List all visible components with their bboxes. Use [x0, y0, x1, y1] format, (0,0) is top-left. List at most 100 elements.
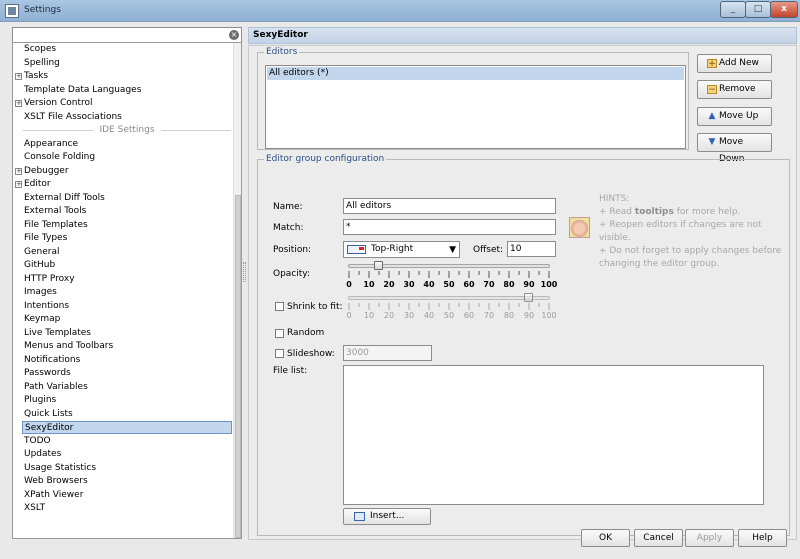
remove-button[interactable]: − Remove — [697, 80, 772, 99]
window-titlebar: Settings _ □ x — [0, 0, 800, 22]
hint-line-1: + Read tooltips for more help. — [599, 207, 741, 217]
tree-item-http-proxy[interactable]: HTTP Proxy — [13, 273, 235, 286]
move-down-button[interactable]: ▼ Move Down — [697, 133, 772, 164]
random-checkbox[interactable] — [275, 329, 284, 338]
tick-label: 30 — [403, 280, 415, 289]
editors-list-item[interactable]: All editors (*) — [267, 67, 684, 80]
expand-icon[interactable]: + — [15, 73, 22, 80]
tree-item-debugger[interactable]: + Debugger — [13, 165, 235, 178]
tree-item-usage-statistics[interactable]: Usage Statistics — [13, 462, 235, 475]
config-group-title: Editor group configuration — [264, 154, 387, 164]
tick-label: 60 — [463, 280, 475, 289]
tick-label: 20 — [383, 311, 395, 320]
sexyeditor-panel: Editors All editors (*) + Add New − Remo… — [248, 45, 797, 540]
maximize-button[interactable]: □ — [745, 1, 771, 18]
tree-item-sexyeditor[interactable]: SexyEditor — [22, 421, 232, 434]
tree-item-appearance[interactable]: Appearance — [13, 138, 235, 151]
tree-scrollbar-thumb[interactable] — [235, 195, 241, 538]
tree-item-template-data-languages[interactable]: Template Data Languages — [13, 84, 235, 97]
tree-item-keymap[interactable]: Keymap — [13, 313, 235, 326]
tree-item-github[interactable]: GitHub — [13, 259, 235, 272]
slideshow-interval-field[interactable]: 3000 — [343, 345, 432, 361]
ok-button[interactable]: OK — [581, 529, 630, 547]
tree-item-xslt-file-associations[interactable]: XSLT File Associations — [13, 111, 235, 124]
tree-item-console-folding[interactable]: Console Folding — [13, 151, 235, 164]
tree-item-general[interactable]: General — [13, 246, 235, 259]
tree-item-intentions[interactable]: Intentions — [13, 300, 235, 313]
position-icon — [347, 245, 366, 254]
panel-splitter[interactable] — [243, 262, 246, 282]
tree-item-scopes[interactable]: Scopes — [13, 43, 235, 56]
tree-item-file-types[interactable]: File Types — [13, 232, 235, 245]
name-field[interactable]: All editors — [343, 198, 556, 214]
tree-item-quick-lists[interactable]: Quick Lists — [13, 408, 235, 421]
tree-item-xpath-viewer[interactable]: XPath Viewer — [13, 489, 235, 502]
file-list-area[interactable] — [343, 365, 764, 505]
shrink-tick-labels: 0 10 20 30 40 50 60 70 80 90 100 — [346, 311, 556, 323]
shrink-to-fit-label: Shrink to fit: — [287, 302, 343, 312]
insert-button[interactable]: Insert... — [343, 508, 431, 525]
expand-icon[interactable]: + — [15, 100, 22, 107]
close-button[interactable]: x — [770, 1, 798, 18]
offset-field[interactable]: 10 — [507, 241, 556, 257]
tick-label: 40 — [423, 311, 435, 320]
expand-icon[interactable]: + — [15, 181, 22, 188]
tick-label: 20 — [383, 280, 395, 289]
shrink-slider-track[interactable] — [348, 296, 550, 300]
tick-label: 70 — [483, 311, 495, 320]
tree-item-xslt[interactable]: XSLT — [13, 502, 235, 515]
settings-search-input[interactable]: × — [12, 27, 242, 43]
tree-item-live-templates[interactable]: Live Templates — [13, 327, 235, 340]
tree-item-external-diff-tools[interactable]: External Diff Tools — [13, 192, 235, 205]
tree-item-tasks[interactable]: + Tasks — [13, 70, 235, 83]
tree-item-external-tools[interactable]: External Tools — [13, 205, 235, 218]
tree-item-web-browsers[interactable]: Web Browsers — [13, 475, 235, 488]
opacity-slider-thumb[interactable] — [374, 261, 383, 270]
tick-label: 80 — [503, 280, 515, 289]
tree-item-path-variables[interactable]: Path Variables — [13, 381, 235, 394]
tick-label: 10 — [363, 311, 375, 320]
match-field[interactable]: * — [343, 219, 556, 235]
tree-item-todo[interactable]: TODO — [13, 435, 235, 448]
slideshow-label: Slideshow: — [287, 349, 335, 359]
editors-list[interactable]: All editors (*) — [265, 65, 686, 149]
opacity-label: Opacity: — [273, 269, 310, 279]
tick-label: 70 — [483, 280, 495, 289]
arrow-down-icon: ▼ — [708, 137, 716, 147]
shrink-to-fit-checkbox[interactable] — [275, 302, 284, 311]
settings-dialog: × XSLT XPath Viewer Web Browsers Usage Stat… — [0, 22, 800, 559]
shrink-slider-thumb[interactable] — [524, 293, 533, 302]
tree-item-menus-and-toolbars[interactable]: Menus and Toolbars — [13, 340, 235, 353]
tree-item-updates[interactable]: Updates — [13, 448, 235, 461]
minimize-button[interactable]: _ — [720, 1, 746, 18]
tree-item-images[interactable]: Images — [13, 286, 235, 299]
help-button[interactable]: Help — [738, 529, 787, 547]
clear-search-icon[interactable]: × — [229, 30, 239, 40]
slideshow-checkbox[interactable] — [275, 349, 284, 358]
arrow-up-icon: ▲ — [708, 111, 716, 121]
tree-item-editor[interactable]: + Editor — [13, 178, 235, 191]
position-label: Position: — [273, 245, 312, 255]
ide-settings-section-label: IDE Settings — [23, 124, 231, 137]
add-new-button[interactable]: + Add New — [697, 54, 772, 73]
tree-scrollbar[interactable] — [233, 43, 241, 538]
tree-item-plugins[interactable]: Plugins — [13, 394, 235, 407]
tree-item-spelling[interactable]: Spelling — [13, 57, 235, 70]
tree-item-file-templates[interactable]: File Templates — [13, 219, 235, 232]
tick-label: 90 — [523, 311, 535, 320]
tree-item-version-control[interactable]: + Version Control — [13, 97, 235, 110]
apply-button[interactable]: Apply — [685, 529, 734, 547]
tree-item-passwords[interactable]: Passwords — [13, 367, 235, 380]
hints-title: HINTS: — [599, 194, 630, 204]
hint-line-3: + Do not forget to apply changes before … — [599, 246, 782, 269]
tick-label: 30 — [403, 311, 415, 320]
move-up-button[interactable]: ▲ Move Up — [697, 107, 772, 126]
tick-label: 100 — [541, 311, 557, 320]
settings-tree: XSLT XPath Viewer Web Browsers Usage Statis… — [12, 42, 242, 539]
tree-item-notifications[interactable]: Notifications — [13, 354, 235, 367]
expand-icon[interactable]: + — [15, 167, 22, 175]
cancel-button[interactable]: Cancel — [634, 529, 683, 547]
position-select[interactable]: Top-Right ▼ — [343, 241, 460, 258]
file-list-label: File list: — [273, 366, 308, 376]
tick-label: 90 — [523, 280, 535, 289]
